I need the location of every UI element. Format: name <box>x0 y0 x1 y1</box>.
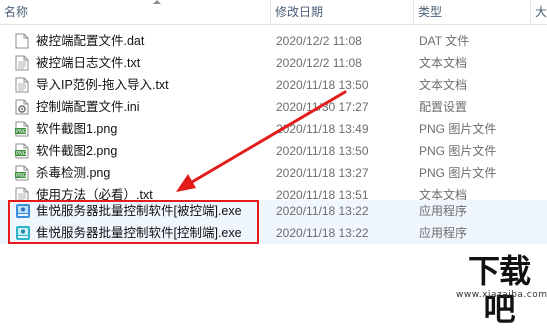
file-date: 2020/12/2 11:08 <box>276 34 362 48</box>
file-name: 控制端配置文件.ini <box>36 100 140 114</box>
file-name: 杀毒检测.png <box>36 166 111 180</box>
column-header-bar: 名称 修改日期 类型 大 <box>0 0 547 25</box>
text-file-icon <box>15 55 29 71</box>
column-header-type[interactable]: 类型 <box>414 0 530 24</box>
file-row[interactable]: 隹悦服务器批量控制软件[控制端].exe 2020/11/18 13:22 应用… <box>0 222 547 244</box>
file-name: 隹悦服务器批量控制软件[被控端].exe <box>36 204 242 218</box>
file-name: 导入IP范例-拖入导入.txt <box>36 78 169 92</box>
file-type: 配置设置 <box>419 100 468 114</box>
column-header-size[interactable]: 大 <box>531 0 547 24</box>
png-file-icon: PNG <box>15 165 29 181</box>
file-type: PNG 图片文件 <box>419 122 497 136</box>
file-type: DAT 文件 <box>419 34 470 48</box>
file-date: 2020/11/18 13:22 <box>276 226 369 240</box>
file-type: PNG 图片文件 <box>419 144 497 158</box>
file-name: 被控端日志文件.txt <box>36 56 141 70</box>
text-file-icon <box>15 77 29 93</box>
file-date: 2020/11/18 13:50 <box>276 144 369 158</box>
png-file-icon: PNG <box>15 143 29 159</box>
svg-text:PNG: PNG <box>16 151 27 157</box>
file-row[interactable]: 被控端日志文件.txt 2020/12/2 11:08 文本文档 <box>0 52 547 74</box>
file-row[interactable]: PNG 软件截图1.png 2020/11/18 13:49 PNG 图片文件 <box>0 118 547 140</box>
file-name: 软件截图1.png <box>36 122 118 136</box>
svg-text:PNG: PNG <box>16 173 27 179</box>
file-date: 2020/11/18 13:50 <box>276 78 369 92</box>
file-row[interactable]: PNG 杀毒检测.png 2020/11/18 13:27 PNG 图片文件 <box>0 162 547 184</box>
file-type: PNG 图片文件 <box>419 166 497 180</box>
file-name: 软件截图2.png <box>36 144 118 158</box>
sort-ascending-icon <box>153 0 161 4</box>
file-date: 2020/12/2 11:08 <box>276 56 362 70</box>
column-header-date[interactable]: 修改日期 <box>271 0 413 24</box>
watermark-url: www.xiazaiba.com <box>456 290 547 300</box>
site-watermark: 下载吧 www.xiazaiba.com <box>456 252 547 328</box>
png-file-icon: PNG <box>15 121 29 137</box>
file-type: 文本文档 <box>419 56 468 70</box>
file-row[interactable]: PNG 软件截图2.png 2020/11/18 13:50 PNG 图片文件 <box>0 140 547 162</box>
app-icon <box>15 225 30 241</box>
file-date: 2020/11/30 17:27 <box>276 100 369 114</box>
file-row[interactable]: 被控端配置文件.dat 2020/12/2 11:08 DAT 文件 <box>0 30 547 52</box>
file-name: 隹悦服务器批量控制软件[控制端].exe <box>36 226 242 240</box>
file-type: 应用程序 <box>419 204 468 218</box>
file-row[interactable]: 导入IP范例-拖入导入.txt 2020/11/18 13:50 文本文档 <box>0 74 547 96</box>
document-icon <box>15 33 29 49</box>
settings-file-icon <box>15 99 29 115</box>
svg-text:PNG: PNG <box>16 129 27 135</box>
file-row[interactable]: 控制端配置文件.ini 2020/11/30 17:27 配置设置 <box>0 96 547 118</box>
file-row[interactable]: 隹悦服务器批量控制软件[被控端].exe 2020/11/18 13:22 应用… <box>0 200 547 222</box>
file-date: 2020/11/18 13:27 <box>276 166 369 180</box>
file-date: 2020/11/18 13:49 <box>276 122 369 136</box>
file-date: 2020/11/18 13:22 <box>276 204 369 218</box>
file-type: 应用程序 <box>419 226 468 240</box>
file-type: 文本文档 <box>419 78 468 92</box>
file-name: 被控端配置文件.dat <box>36 34 145 48</box>
app-icon <box>15 203 30 219</box>
column-header-name[interactable]: 名称 <box>0 0 270 24</box>
